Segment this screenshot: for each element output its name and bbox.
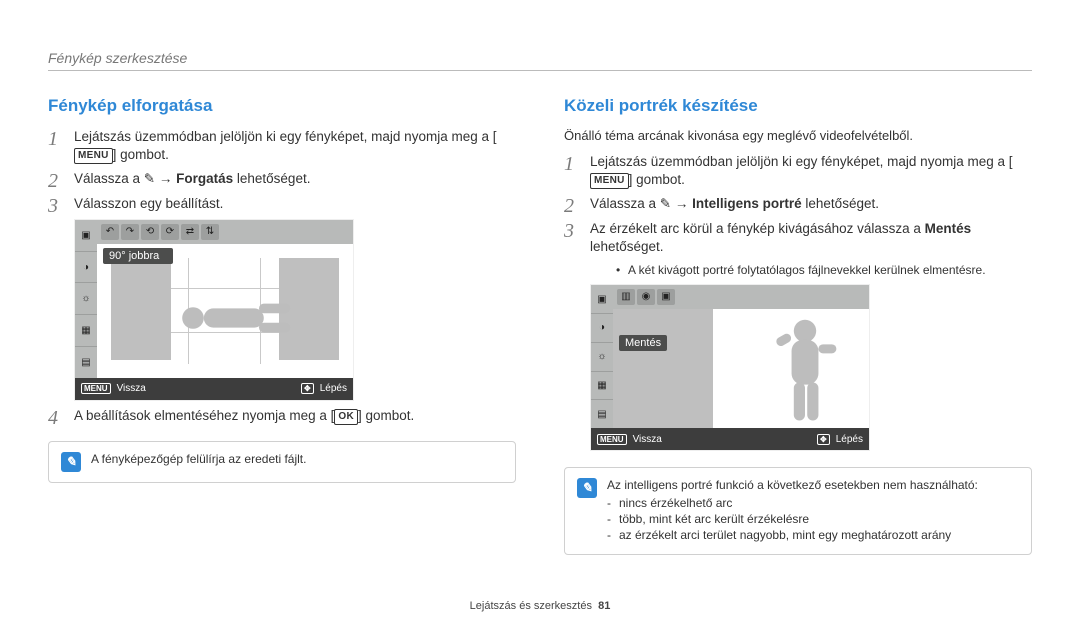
move-label: Lépés [320, 383, 347, 394]
toolbar-icon: ▥ [617, 289, 635, 305]
nav-key-icon: ✥ [301, 383, 314, 394]
move-label: Lépés [836, 434, 863, 445]
columns: Fénykép elforgatása Lejátszás üzemmódban… [48, 88, 1032, 555]
toolbar-icon: ◉ [637, 289, 655, 305]
lcd-sidebar: ▣ ◑ ☼ ▦ ▤ [591, 285, 613, 428]
rotate-right-icon: ⟳ [161, 224, 179, 240]
section-heading: Fénykép elforgatása [48, 96, 516, 116]
step-3: Válasszon egy beállítást. [48, 195, 516, 213]
step-1: Lejátszás üzemmódban jelöljön ki egy fén… [48, 128, 516, 164]
ok-button-glyph: OK [334, 409, 358, 425]
note-head: Az intelligens portré funkció a következ… [607, 478, 978, 492]
note-item: több, mint két arc került érzékelésre [607, 512, 978, 526]
left-column: Fénykép elforgatása Lejátszás üzemmódban… [48, 88, 516, 555]
note-box: ✎ A fényképezőgép felülírja az eredeti f… [48, 441, 516, 483]
side-icon: ▣ [75, 220, 97, 252]
section-heading: Közeli portrék készítése [564, 96, 1032, 116]
lcd-sidebar: ▣ ◑ ☼ ▦ ▤ [75, 220, 97, 378]
edit-icon: ✎ [144, 171, 155, 186]
step-1: Lejátszás üzemmódban jelöljön ki egy fén… [564, 153, 1032, 189]
menu-button-glyph: MENU [590, 173, 629, 189]
note-icon: ✎ [577, 478, 597, 498]
edit-icon: ✎ [660, 196, 671, 211]
nav-key-icon: ✥ [817, 434, 830, 445]
side-icon: ▦ [591, 372, 613, 401]
note-icon: ✎ [61, 452, 81, 472]
step-2: Válassza a ✎ → Intelligens portré lehető… [564, 195, 1032, 213]
sub-bullet: A két kivágott portré folytatólagos fájl… [616, 262, 1032, 278]
step-3: Az érzékelt arc körül a fénykép kivágásá… [564, 220, 1032, 279]
page-number: 81 [598, 600, 610, 612]
side-icon: ▤ [591, 400, 613, 428]
lcd-toolbar: ▥ ◉ ▣ [613, 285, 869, 309]
step-4: A beállítások elmentéséhez nyomja meg a … [48, 407, 516, 425]
rotate-dropdown[interactable]: 90° jobbra [103, 248, 173, 264]
menu-key-icon: MENU [81, 383, 111, 394]
section-intro: Önálló téma arcának kivonása egy meglévő… [564, 128, 1032, 143]
side-icon: ◑ [591, 314, 613, 343]
page-footer: Lejátszás és szerkesztés 81 [0, 600, 1080, 612]
note-box: ✎ Az intelligens portré funkció a követk… [564, 467, 1032, 555]
side-icon: ▣ [591, 285, 613, 314]
step-2: Válassza a ✎ → Forgatás lehetőséget. [48, 170, 516, 188]
lcd-toolbar: ↶ ↷ ⟲ ⟳ ⇄ ⇅ [97, 220, 353, 244]
back-label: Vissza [117, 383, 146, 394]
rotate-left-icon: ⟲ [141, 224, 159, 240]
camera-preview-portrait: ▣ ◑ ☼ ▦ ▤ ▥ ◉ ▣ [590, 284, 870, 451]
side-icon: ▤ [75, 347, 97, 378]
note-item: nincs érzékelhető arc [607, 496, 978, 510]
right-column: Közeli portrék készítése Önálló téma arc… [564, 88, 1032, 555]
back-label: Vissza [633, 434, 662, 445]
menu-button-glyph: MENU [74, 148, 113, 164]
page: Fénykép szerkesztése Fénykép elforgatása… [0, 0, 1080, 630]
camera-preview-rotate: ▣ ◑ ☼ ▦ ▤ ↶ ↷ ⟲ ⟳ ⇄ ⇅ [74, 219, 354, 401]
side-icon: ☼ [75, 283, 97, 315]
breadcrumb: Fénykép szerkesztése [48, 50, 1032, 71]
menu-key-icon: MENU [597, 434, 627, 445]
redo-icon: ↷ [121, 224, 139, 240]
side-icon: ◑ [75, 252, 97, 284]
flip-icon: ⇄ [181, 224, 199, 240]
undo-icon: ↶ [101, 224, 119, 240]
note-text: A fényképezőgép felülírja az eredeti fáj… [91, 452, 306, 472]
save-option[interactable]: Mentés [619, 335, 667, 351]
note-item: az érzékelt arci terület nagyobb, mint e… [607, 528, 978, 542]
flip-v-icon: ⇅ [201, 224, 219, 240]
side-icon: ▦ [75, 315, 97, 347]
toolbar-icon: ▣ [657, 289, 675, 305]
side-icon: ☼ [591, 343, 613, 372]
